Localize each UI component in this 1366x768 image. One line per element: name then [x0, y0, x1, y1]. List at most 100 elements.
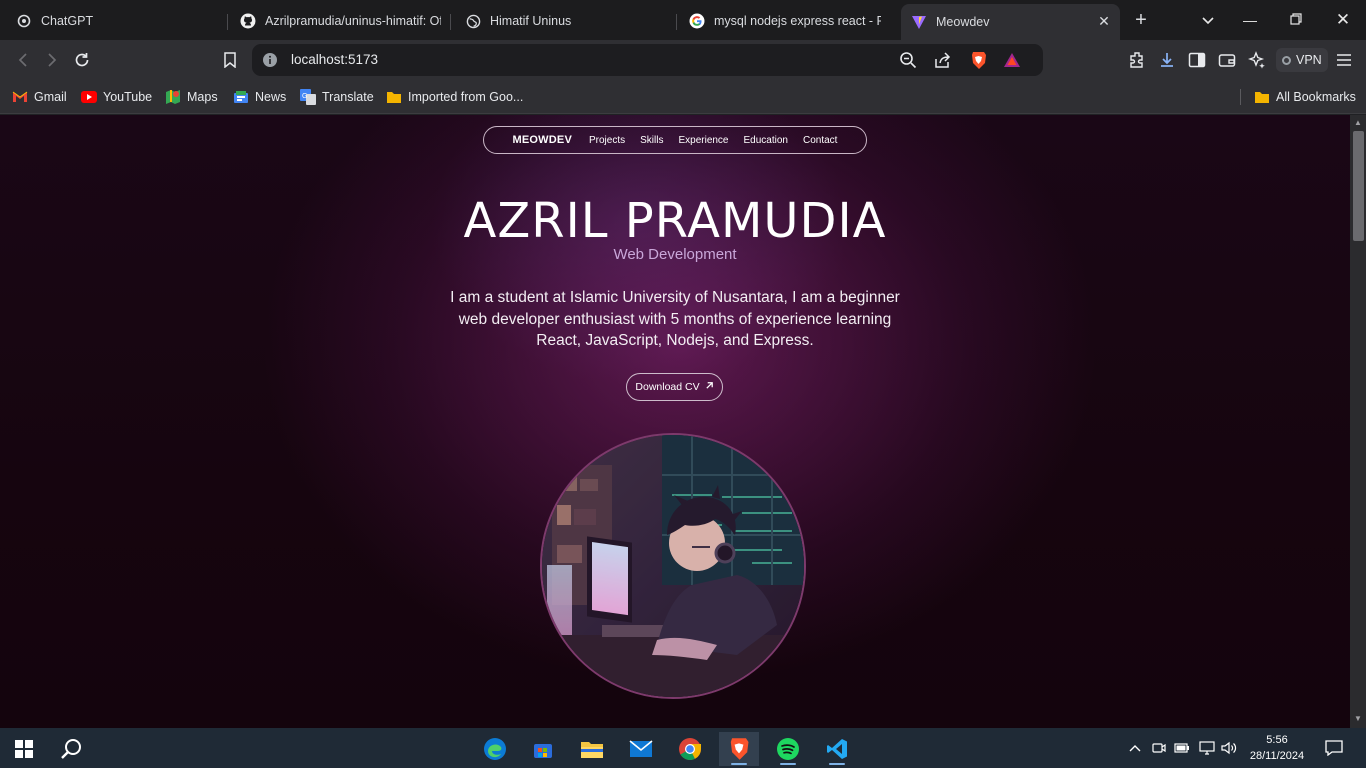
show-hidden-icons-chevron-icon[interactable] — [1127, 740, 1143, 756]
brave-icon[interactable] — [719, 732, 759, 766]
menu-icon[interactable] — [1334, 50, 1354, 70]
download-icon[interactable] — [1157, 50, 1177, 70]
close-window-button[interactable]: ✕ — [1333, 10, 1353, 30]
svg-text:G: G — [302, 93, 307, 100]
all-bookmarks-button[interactable]: All Bookmarks — [1254, 87, 1356, 107]
page-scrollbar[interactable]: ▲ ▼ — [1350, 115, 1366, 728]
bookmark-youtube[interactable]: YouTube — [81, 87, 152, 107]
nav-link-experience[interactable]: Experience — [678, 135, 728, 146]
bookmark-label: Gmail — [34, 90, 67, 104]
avatar-illustration — [542, 435, 804, 697]
gmail-icon — [12, 89, 28, 105]
nav-link-skills[interactable]: Skills — [640, 135, 663, 146]
battery-icon[interactable] — [1174, 740, 1190, 756]
network-icon[interactable] — [1199, 740, 1215, 756]
spotify-icon[interactable] — [768, 732, 808, 766]
brave-rewards-icon[interactable] — [1003, 51, 1021, 69]
bookmark-gmail[interactable]: Gmail — [12, 87, 67, 107]
bookmark-page-icon[interactable] — [219, 49, 241, 71]
volume-icon[interactable] — [1221, 740, 1237, 756]
scroll-up-icon[interactable]: ▲ — [1354, 119, 1362, 127]
hero-bio: I am a student at Islamic University of … — [450, 289, 900, 349]
tab-github[interactable]: Azrilpramudia/uninus-himatif: Of — [230, 6, 451, 36]
address-text[interactable]: localhost:5173 — [291, 52, 378, 67]
restore-button[interactable] — [1286, 10, 1306, 30]
bookmark-label: Maps — [187, 90, 218, 104]
nav-link-education[interactable]: Education — [744, 135, 788, 146]
download-cv-button[interactable]: Download CV — [626, 373, 723, 401]
nav-link-projects[interactable]: Projects — [589, 135, 625, 146]
sidebar-icon[interactable] — [1187, 50, 1207, 70]
mail-icon[interactable] — [621, 732, 661, 766]
new-tab-button[interactable]: + — [1130, 10, 1152, 32]
minimize-button[interactable]: — — [1240, 10, 1260, 30]
google-icon — [689, 13, 705, 29]
vpn-button[interactable]: VPN — [1276, 48, 1328, 72]
windows-taskbar: 5:56 28/11/2024 — [0, 728, 1366, 768]
chatgpt-icon — [16, 13, 32, 29]
share-icon[interactable] — [933, 51, 951, 69]
chrome-icon[interactable] — [670, 732, 710, 766]
bookmark-label: Imported from Goo... — [408, 90, 524, 104]
vpn-label: VPN — [1296, 53, 1322, 67]
bookmark-maps[interactable]: Maps — [165, 87, 218, 107]
scrollbar-thumb[interactable] — [1353, 131, 1364, 241]
address-bar[interactable]: localhost:5173 — [252, 44, 1043, 76]
clock-date: 28/11/2024 — [1249, 750, 1305, 762]
bookmark-label: Translate — [322, 90, 374, 104]
folder-icon — [386, 89, 402, 105]
site-brand[interactable]: MEOWDEV — [513, 134, 572, 146]
forward-button[interactable] — [41, 49, 63, 71]
meet-now-icon[interactable] — [1151, 740, 1167, 756]
browser-toolbar: localhost:5173 VPN — [0, 40, 1366, 80]
brave-shields-icon[interactable] — [969, 51, 987, 69]
arrow-up-right-icon — [705, 381, 714, 393]
vscode-icon[interactable] — [817, 732, 857, 766]
store-icon[interactable] — [523, 732, 563, 766]
github-icon — [240, 13, 256, 29]
leo-ai-icon[interactable] — [1247, 50, 1267, 70]
youtube-icon — [81, 89, 97, 105]
tab-label: mysql nodejs express react - Penc — [714, 14, 881, 28]
tab-label: Azrilpramudia/uninus-himatif: Of — [265, 14, 441, 28]
tab-chatgpt[interactable]: ChatGPT — [6, 6, 228, 36]
back-button[interactable] — [12, 49, 34, 71]
tab-strip: ChatGPT Azrilpramudia/uninus-himatif: Of… — [0, 0, 1366, 40]
bookmark-news[interactable]: News — [233, 87, 286, 107]
tab-search-chevron-icon[interactable] — [1200, 12, 1220, 30]
vpn-status-icon — [1282, 55, 1291, 65]
site-info-icon[interactable] — [262, 52, 278, 68]
windows-start-icon[interactable] — [4, 732, 44, 766]
zoom-icon[interactable] — [899, 51, 917, 69]
bookmark-translate[interactable]: G Translate — [300, 87, 374, 107]
news-icon — [233, 89, 249, 105]
hero-role: Web Development — [613, 246, 737, 263]
reload-button[interactable] — [71, 49, 93, 71]
scroll-down-icon[interactable]: ▼ — [1354, 715, 1362, 723]
globe-icon — [465, 13, 481, 29]
clock-time: 5:56 — [1266, 734, 1288, 746]
edge-icon[interactable] — [475, 732, 515, 766]
search-icon[interactable] — [52, 732, 92, 766]
tab-google-search[interactable]: mysql nodejs express react - Penc — [679, 6, 891, 36]
folder-icon — [1254, 89, 1270, 105]
notifications-icon[interactable] — [1325, 739, 1343, 757]
system-clock[interactable]: 5:56 28/11/2024 — [1240, 732, 1314, 764]
bookmark-imported-folder[interactable]: Imported from Goo... — [386, 87, 523, 107]
nav-link-contact[interactable]: Contact — [803, 135, 837, 146]
wallet-icon[interactable] — [1217, 50, 1237, 70]
translate-icon: G — [300, 89, 316, 105]
site-navbar: MEOWDEV Projects Skills Experience Educa… — [483, 126, 867, 154]
avatar — [540, 433, 806, 699]
extensions-icon[interactable] — [1127, 50, 1147, 70]
tab-label: Meowdev — [936, 15, 990, 29]
tab-himatif[interactable]: Himatif Uninus — [455, 6, 677, 36]
tab-label: ChatGPT — [41, 14, 94, 28]
tab-meowdev[interactable]: Meowdev ✕ — [901, 4, 1120, 40]
all-bookmarks-label: All Bookmarks — [1276, 90, 1356, 104]
close-tab-icon[interactable]: ✕ — [1096, 13, 1112, 29]
page-viewport: MEOWDEV Projects Skills Experience Educa… — [0, 115, 1350, 728]
bookmark-label: News — [255, 90, 287, 104]
hero-name: AZRIL PRAMUDIA — [463, 193, 887, 249]
explorer-icon[interactable] — [572, 732, 612, 766]
